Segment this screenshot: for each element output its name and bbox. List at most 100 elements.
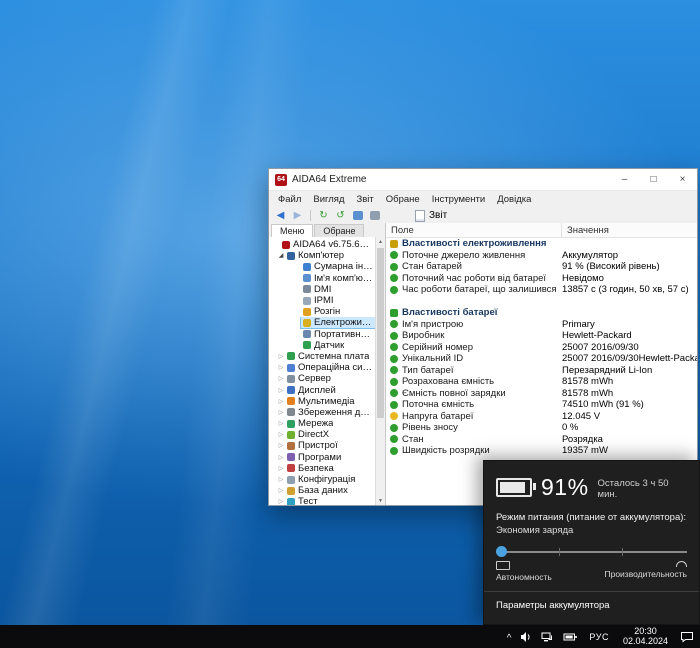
- expand-arrow-icon[interactable]: ▷: [277, 498, 285, 505]
- battery-tray-icon[interactable]: [563, 632, 578, 642]
- expand-arrow-icon[interactable]: ▷: [277, 398, 285, 405]
- clock[interactable]: 20:30 02.04.2024: [620, 627, 671, 646]
- title-bar[interactable]: 64 AIDA64 Extreme – □ ×: [269, 169, 697, 191]
- tree-item[interactable]: ▷DirectX: [269, 429, 385, 440]
- table-row[interactable]: Швидкість розрядки19357 mW: [386, 445, 697, 457]
- table-row[interactable]: Рівень зносу0 %: [386, 422, 697, 434]
- close-button[interactable]: ×: [668, 169, 697, 190]
- column-header-value[interactable]: Значення: [562, 223, 697, 237]
- minimize-button[interactable]: –: [610, 169, 639, 190]
- maximize-button[interactable]: □: [639, 169, 668, 190]
- menu-item[interactable]: Обране: [380, 194, 426, 205]
- tree-item[interactable]: ▷Пристрої: [269, 440, 385, 451]
- item-bullet-icon: [390, 274, 398, 282]
- tree-item[interactable]: Сумарна інформація: [269, 261, 385, 272]
- tree-item[interactable]: Розгін: [269, 306, 385, 317]
- scrollbar-thumb[interactable]: [377, 248, 384, 418]
- tree-item[interactable]: ▷Дисплей: [269, 384, 385, 395]
- table-row[interactable]: Поточне джерело живленняАккумулятор: [386, 250, 697, 262]
- table-row[interactable]: Напруга батареї12.045 V: [386, 411, 697, 423]
- menu-bar: ФайлВиглядЗвітОбранеІнструментиДовідка: [269, 191, 697, 207]
- table-row[interactable]: Тип батареїПерезарядний Li-Ion: [386, 365, 697, 377]
- preferences-icon[interactable]: [367, 209, 382, 223]
- tree-item[interactable]: ▷Збереження даних: [269, 407, 385, 418]
- scroll-down-button[interactable]: ▼: [376, 496, 385, 505]
- menu-item[interactable]: Вигляд: [307, 194, 350, 205]
- tree-item[interactable]: ▷Тест: [269, 496, 385, 505]
- tree-item[interactable]: ▷Безпека: [269, 463, 385, 474]
- table-row[interactable]: Унікальний ID25007 2016/09/30Hewlett-Pac…: [386, 353, 697, 365]
- volume-icon[interactable]: [520, 631, 532, 643]
- refresh-icon[interactable]: ↻: [316, 209, 331, 223]
- tree-item[interactable]: Портативний комп'ютер: [269, 329, 385, 340]
- tree-item[interactable]: ▷Мультимедіа: [269, 396, 385, 407]
- tree-item-label: DMI: [314, 284, 331, 295]
- expand-arrow-icon[interactable]: ▷: [277, 454, 285, 461]
- expand-arrow-icon[interactable]: ▷: [277, 375, 285, 382]
- reload-icon[interactable]: ↺: [333, 209, 348, 223]
- column-header-field[interactable]: Поле: [386, 223, 562, 237]
- table-row[interactable]: Час роботи батареї, що залишився13857 с …: [386, 284, 697, 296]
- tree-item[interactable]: ▷Конфігурація: [269, 474, 385, 485]
- battery-settings-link[interactable]: Параметры аккумулятора: [484, 592, 699, 619]
- tree-item[interactable]: ▷Операційна система: [269, 362, 385, 373]
- menu-item[interactable]: Звіт: [351, 194, 380, 205]
- tree-item[interactable]: IPMI: [269, 295, 385, 306]
- tree-item[interactable]: ▷Мережа: [269, 418, 385, 429]
- tree-item[interactable]: ▷База даних: [269, 485, 385, 496]
- tree-item[interactable]: Ім'я комп'ютера: [269, 273, 385, 284]
- tree-node: База даних: [285, 485, 350, 496]
- expand-arrow-icon[interactable]: ▷: [277, 442, 285, 449]
- power-slider[interactable]: [496, 545, 687, 558]
- tab-favorites[interactable]: Обране: [314, 224, 364, 237]
- expand-arrow-icon[interactable]: ▷: [277, 420, 285, 427]
- tray-chevron-up-icon[interactable]: ^: [507, 633, 512, 644]
- benchmark-icon: [287, 498, 295, 505]
- tree-item[interactable]: AIDA64 v6.75.6100: [269, 239, 385, 250]
- table-row[interactable]: ВиробникHewlett-Packard: [386, 330, 697, 342]
- tab-menu[interactable]: Меню: [271, 224, 313, 237]
- network-icon[interactable]: [541, 631, 554, 643]
- slider-track[interactable]: [496, 551, 687, 553]
- expand-arrow-icon[interactable]: ▷: [277, 364, 285, 371]
- expand-arrow-icon[interactable]: ▷: [277, 487, 285, 494]
- forward-icon[interactable]: ▶: [290, 209, 305, 223]
- slider-thumb[interactable]: [496, 546, 507, 557]
- tree-item[interactable]: ◢Комп'ютер: [269, 250, 385, 261]
- expand-arrow-icon[interactable]: ▷: [277, 353, 285, 360]
- menu-item[interactable]: Файл: [272, 194, 307, 205]
- table-row[interactable]: Розрахована ємність81578 mWh: [386, 376, 697, 388]
- tree-scrollbar[interactable]: ▲ ▼: [375, 237, 385, 505]
- tree-item[interactable]: Датчик: [269, 340, 385, 351]
- action-center-icon[interactable]: [680, 631, 694, 643]
- back-icon[interactable]: ◀: [273, 209, 288, 223]
- field-cell: Розрахована ємність: [386, 376, 562, 387]
- tree-item[interactable]: Електроживлення: [269, 317, 385, 328]
- battery-percent: 91%: [541, 474, 589, 501]
- menu-item[interactable]: Інструменти: [426, 194, 492, 205]
- table-row[interactable]: Ім'я пристроюPrimary: [386, 319, 697, 331]
- tree-item[interactable]: DMI: [269, 284, 385, 295]
- tree-item[interactable]: ▷Системна плата: [269, 351, 385, 362]
- collapse-arrow-icon[interactable]: ◢: [277, 252, 285, 259]
- table-row[interactable]: Поточна ємність74510 mWh (91 %): [386, 399, 697, 411]
- scroll-up-button[interactable]: ▲: [376, 237, 385, 246]
- table-row[interactable]: Серійний номер25007 2016/09/30: [386, 342, 697, 354]
- report-button[interactable]: Звіт: [410, 209, 452, 223]
- field-cell: Час роботи батареї, що залишився: [386, 284, 562, 295]
- table-row[interactable]: СтанРозрядка: [386, 434, 697, 446]
- menu-item[interactable]: Довідка: [491, 194, 537, 205]
- table-row[interactable]: Стан батарей91 % (Високий рівень): [386, 261, 697, 273]
- tree-item[interactable]: ▷Програми: [269, 452, 385, 463]
- table-row[interactable]: Ємність повної зарядки81578 mWh: [386, 388, 697, 400]
- expand-arrow-icon[interactable]: ▷: [277, 476, 285, 483]
- expand-arrow-icon[interactable]: ▷: [277, 465, 285, 472]
- expand-arrow-icon[interactable]: ▷: [277, 431, 285, 438]
- tree-item[interactable]: ▷Сервер: [269, 373, 385, 384]
- expand-arrow-icon[interactable]: ▷: [277, 387, 285, 394]
- table-row[interactable]: Поточний час роботи від батареїНевідомо: [386, 273, 697, 285]
- language-indicator[interactable]: РУС: [587, 632, 611, 642]
- expand-arrow-icon[interactable]: ▷: [277, 409, 285, 416]
- computer-name-icon: [303, 274, 311, 282]
- report-wizard-icon[interactable]: [350, 209, 365, 223]
